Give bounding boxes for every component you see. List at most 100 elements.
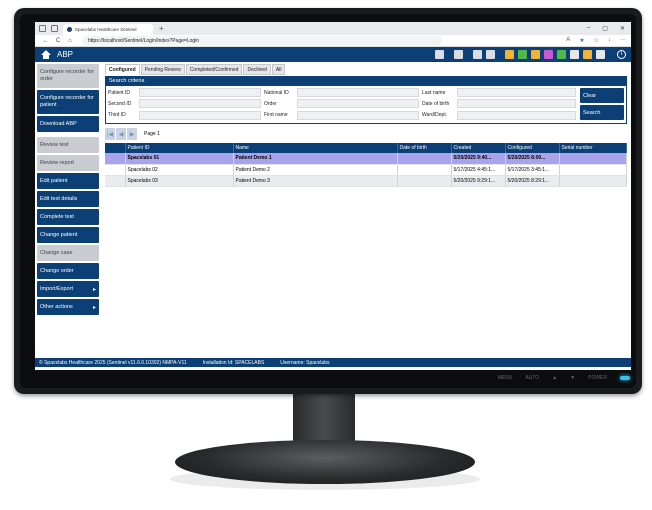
change-case-button[interactable]: Change case (37, 245, 99, 261)
patients-icon[interactable] (435, 50, 444, 59)
last-name-label: Last name (422, 89, 446, 96)
browser-tab[interactable]: Spacelabs Healthcare Sentinel (63, 24, 153, 35)
search-button[interactable]: Search (580, 105, 624, 120)
col-name[interactable]: Name (233, 143, 398, 153)
table-row[interactable]: Spacelabs 03 Patient Demo 3 5/20/2025 9:… (105, 175, 627, 187)
back-button[interactable]: ← (40, 38, 52, 44)
edit-test-details-button[interactable]: Edit test details (37, 191, 99, 207)
patient-id-cell: Spacelabs 03 (125, 175, 234, 187)
monitor-button-menu[interactable]: MENU (498, 375, 513, 381)
row-select-cell[interactable] (105, 164, 126, 176)
order-field[interactable] (297, 99, 419, 109)
close-button[interactable]: ✕ (620, 25, 625, 32)
downloads-icon[interactable]: ↓ (608, 37, 611, 44)
col-date-of-birth[interactable]: Date of birth (397, 143, 452, 153)
info-icon[interactable]: i (617, 50, 626, 59)
home-icon[interactable] (41, 50, 51, 59)
row-select-cell[interactable] (105, 175, 126, 187)
download-abp-button[interactable]: Download ABP (37, 116, 99, 132)
clear-button[interactable]: Clear (580, 88, 624, 103)
tab-completed-confirmed[interactable]: Completed/Confirmed (185, 64, 243, 75)
favorite-star-icon[interactable]: ★ (579, 37, 584, 44)
other-actions-menu[interactable]: Other actions (37, 299, 99, 315)
worklist-icon[interactable] (486, 50, 495, 59)
change-patient-button[interactable]: Change patient (37, 227, 99, 243)
configured-cell: 5/17/2025 3:45:1... (505, 164, 560, 176)
national-id-label: National ID (264, 89, 289, 96)
maximize-button[interactable]: ▢ (602, 25, 608, 32)
module-tools-icon[interactable] (583, 50, 592, 59)
third-id-label: Third ID (108, 112, 126, 119)
first-name-field[interactable] (297, 110, 419, 120)
edit-patient-button[interactable]: Edit patient (37, 173, 99, 189)
status-bar: © Spacelabs Healthcare 2025 (Sentinel v1… (35, 358, 631, 367)
monitor-button-up[interactable]: ▲ (552, 375, 557, 381)
configure-recorder-for-patient-button[interactable]: Configure recorder for patient (37, 90, 99, 114)
first-page-button[interactable]: |◀ (105, 128, 115, 140)
read-aloud-icon[interactable]: A (566, 37, 570, 44)
ward-field[interactable] (457, 110, 576, 120)
patient-id-cell: Spacelabs 01 (125, 153, 234, 165)
national-id-field[interactable] (297, 88, 419, 98)
module-eventscope-icon[interactable] (557, 50, 566, 59)
action-sidebar: Configure recorder for order Configure r… (35, 62, 101, 358)
ward-label: Ward/Dept. (422, 112, 448, 119)
review-test-button[interactable]: Review test (37, 137, 99, 153)
order-label: Order (264, 100, 277, 107)
module-holter-icon[interactable] (518, 50, 527, 59)
import-export-menu[interactable]: Import/Export (37, 281, 99, 297)
configure-recorder-for-order-button[interactable]: Configure recorder for order (37, 64, 99, 88)
tab-pending-review[interactable]: Pending Review (140, 64, 185, 75)
review-report-button[interactable]: Review report (37, 155, 99, 171)
col-patient-id[interactable]: Patient ID (125, 143, 234, 153)
tab-all[interactable]: All (271, 64, 286, 75)
table-header-row: Patient ID Name Date of birth Created Co… (105, 143, 627, 153)
next-page-button[interactable]: ▶ (127, 128, 137, 140)
created-cell: 5/20/2025 9:40... (451, 153, 506, 165)
col-serial-number[interactable]: Serial number (559, 143, 627, 153)
module-abp-icon[interactable] (505, 50, 514, 59)
prev-page-button[interactable]: ◀ (116, 128, 126, 140)
last-name-field[interactable] (457, 88, 576, 98)
third-id-field[interactable] (139, 110, 261, 120)
table-row[interactable]: Spacelabs 02 Patient Demo 2 5/17/2025 4:… (105, 164, 627, 176)
home-button[interactable]: ⌂ (64, 38, 76, 44)
col-configured[interactable]: Configured (505, 143, 560, 153)
status-tabs: Configured Pending Review Completed/Conf… (105, 64, 627, 75)
patient-id-field[interactable] (139, 88, 261, 98)
module-ecg-icon[interactable] (531, 50, 540, 59)
col-created[interactable]: Created (451, 143, 506, 153)
monitor-button-auto[interactable]: AUTO (525, 375, 539, 381)
monitor-button-down[interactable]: ▼ (570, 375, 575, 381)
address-bar[interactable]: https://localhost/Sentinel/Login/Index?P… (82, 36, 442, 45)
change-order-button[interactable]: Change order (37, 263, 99, 279)
dob-cell (397, 164, 452, 176)
module-stress-icon[interactable] (544, 50, 553, 59)
name-cell: Patient Demo 2 (233, 164, 398, 176)
patient-id-cell: Spacelabs 02 (125, 164, 234, 176)
module-docs-icon[interactable] (596, 50, 605, 59)
module-settings-icon[interactable] (570, 50, 579, 59)
complete-test-button[interactable]: Complete test (37, 209, 99, 225)
table-row[interactable]: Spacelabs 01 Patient Demo 1 5/20/2025 9:… (105, 153, 627, 165)
minimize-button[interactable]: – (587, 25, 590, 32)
refresh-button[interactable]: C (52, 38, 64, 44)
row-select-cell[interactable] (105, 153, 126, 165)
reports-icon[interactable] (473, 50, 482, 59)
tab-declined[interactable]: Declined (243, 64, 271, 75)
copyright-text: © Spacelabs Healthcare 2025 (Sentinel v1… (39, 359, 187, 366)
new-tab-button[interactable]: + (159, 24, 164, 33)
more-icon[interactable]: ··· (620, 37, 626, 44)
workspaces-icon[interactable] (39, 25, 46, 32)
favicon-icon (67, 27, 72, 32)
date-of-birth-field[interactable] (457, 99, 576, 109)
tab-actions-icon[interactable] (51, 25, 58, 32)
first-name-label: First name (264, 112, 288, 119)
monitor-button-power[interactable]: POWER (588, 375, 607, 381)
name-cell: Patient Demo 1 (233, 153, 398, 165)
second-id-field[interactable] (139, 99, 261, 109)
collections-icon[interactable]: ☆ (594, 37, 599, 44)
col-select[interactable] (105, 143, 126, 153)
orders-icon[interactable] (454, 50, 463, 59)
tab-configured[interactable]: Configured (105, 64, 140, 75)
